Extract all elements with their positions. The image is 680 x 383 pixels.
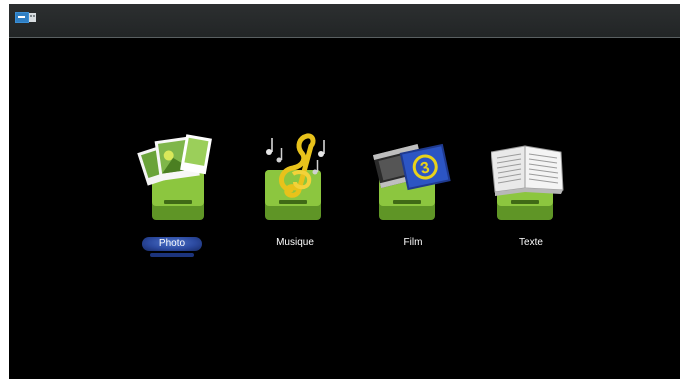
menu-item-label: Film <box>403 237 423 248</box>
menu-item-photo[interactable]: Photo <box>136 130 216 260</box>
menu-item-label: Musique <box>276 237 314 248</box>
photo-folder-icon <box>137 134 212 220</box>
selection-shadow <box>150 253 194 257</box>
menu-item-musique[interactable]: Musique <box>255 130 335 260</box>
media-player-screen: Photo Musique 3 Film Texte <box>9 4 680 379</box>
top-bar <box>9 4 680 38</box>
menu-item-texte[interactable]: Texte <box>491 130 571 260</box>
music-folder-icon <box>265 133 325 220</box>
usb-drive-icon <box>15 12 36 23</box>
film-folder-icon: 3 <box>373 143 451 220</box>
menu-item-film[interactable]: 3 Film <box>373 130 453 260</box>
text-folder-icon <box>491 145 564 220</box>
menu-item-label: Photo <box>142 237 202 251</box>
menu-item-label: Texte <box>519 237 543 248</box>
